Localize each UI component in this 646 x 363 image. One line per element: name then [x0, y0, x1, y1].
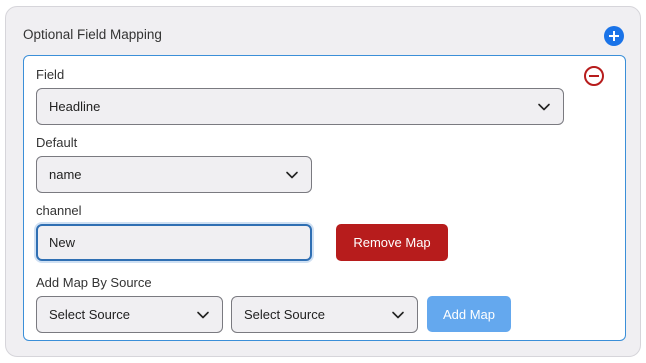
minus-circle-icon[interactable]	[583, 65, 605, 87]
default-select-value: name	[49, 167, 82, 182]
mapping-card: Field Headline Default name channel Remo…	[23, 55, 626, 341]
remove-map-button[interactable]: Remove Map	[336, 224, 448, 261]
field-select-value: Headline	[49, 99, 101, 114]
add-map-button[interactable]: Add Map	[427, 296, 511, 332]
field-label: Field	[36, 67, 65, 82]
source-select-2[interactable]: Select Source	[231, 296, 418, 333]
default-label: Default	[36, 135, 78, 150]
default-select[interactable]: name	[36, 156, 312, 193]
field-select[interactable]: Headline	[36, 88, 564, 125]
channel-input[interactable]	[36, 224, 312, 261]
source-select-1-value: Select Source	[49, 307, 130, 322]
chevron-down-icon	[538, 103, 550, 111]
plus-circle-icon[interactable]	[604, 26, 624, 46]
chevron-down-icon	[286, 171, 298, 179]
source-select-1[interactable]: Select Source	[36, 296, 223, 333]
add-map-by-source-label: Add Map By Source	[36, 275, 152, 290]
chevron-down-icon	[197, 311, 209, 319]
section-title: Optional Field Mapping	[23, 27, 162, 42]
channel-label: channel	[36, 203, 82, 218]
source-select-2-value: Select Source	[244, 307, 325, 322]
plus-glyph	[609, 31, 619, 41]
chevron-down-icon	[392, 311, 404, 319]
optional-field-mapping-panel: Optional Field Mapping Field Headline De…	[5, 6, 641, 357]
